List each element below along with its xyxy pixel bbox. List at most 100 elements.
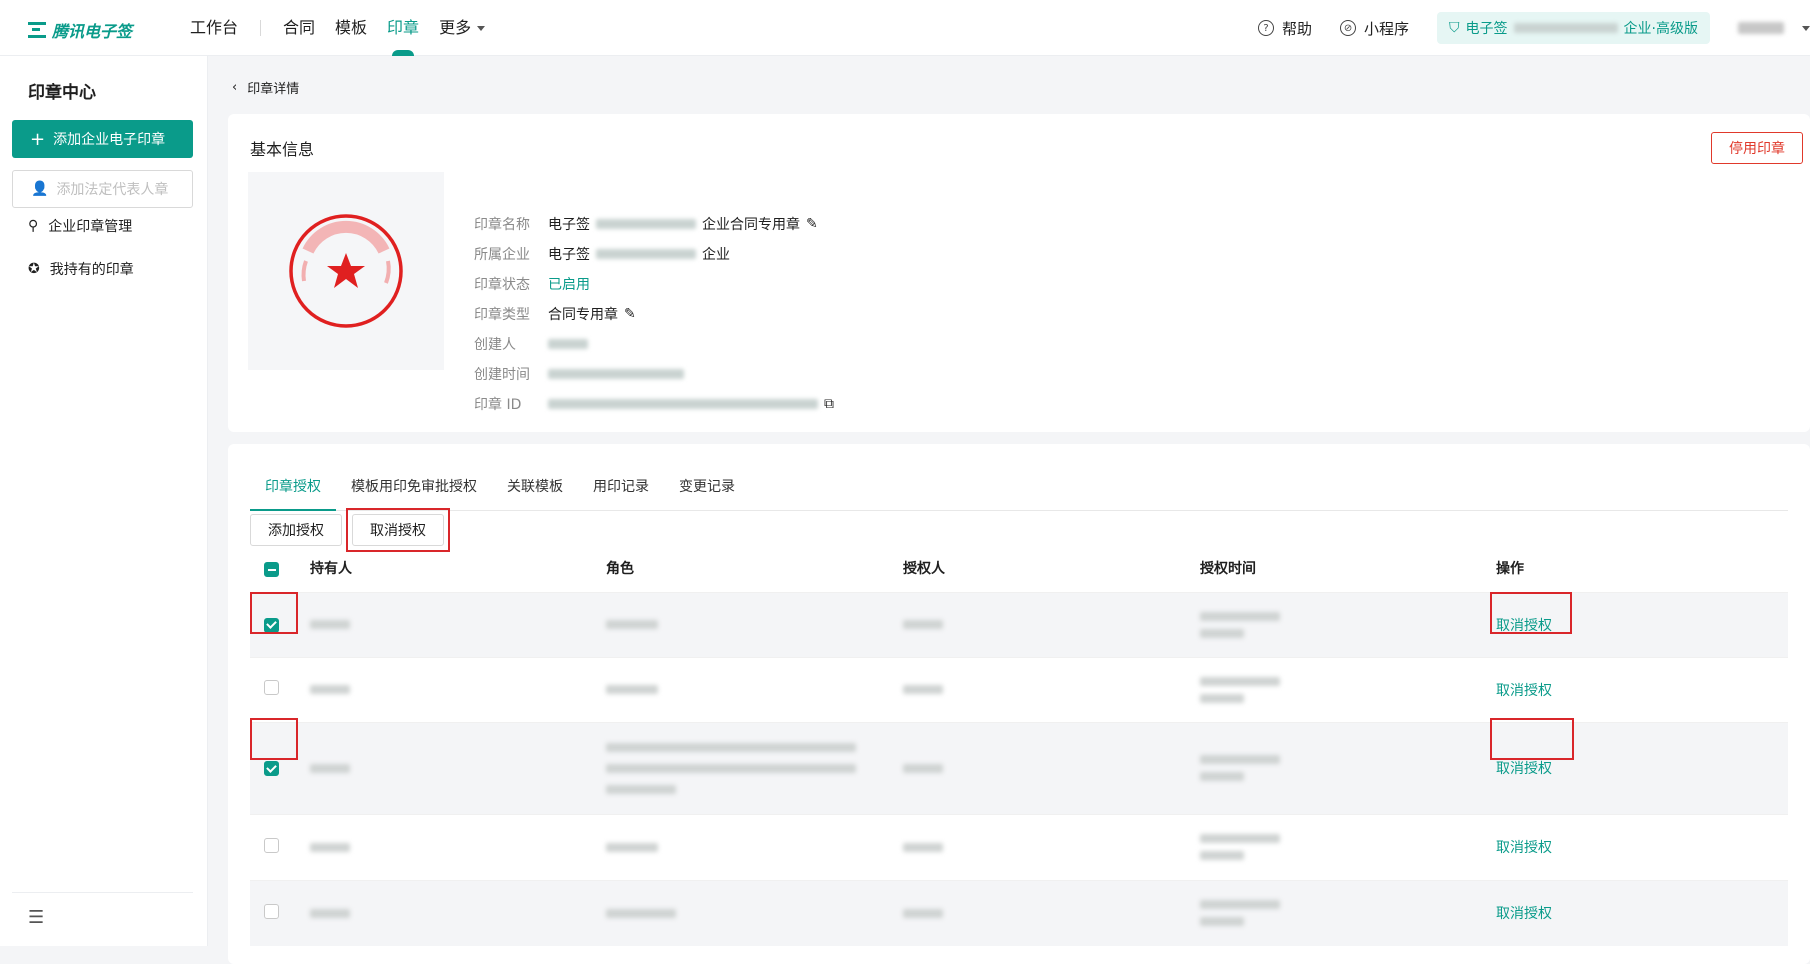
tab-usage-records[interactable]: 用印记录	[578, 464, 664, 510]
role-redacted	[606, 908, 676, 918]
row-select-cell	[250, 879, 296, 946]
highlight-box	[250, 718, 298, 760]
app-logo[interactable]: 腾讯电子签	[28, 18, 132, 42]
holder-cell	[296, 721, 592, 814]
info-row-creator: 创建人	[474, 334, 588, 354]
seal-name-prefix: 电子签	[548, 217, 590, 233]
grantor-cell	[889, 813, 1186, 880]
action-cell: 取消授权	[1482, 813, 1788, 880]
row-checkbox[interactable]	[264, 903, 279, 919]
info-value: 合同专用章 ✎	[548, 304, 636, 324]
breadcrumb[interactable]: ‹ 印章详情	[232, 78, 299, 97]
tab-seal-authorization[interactable]: 印章授权	[250, 464, 336, 511]
role-redacted	[606, 784, 676, 794]
edit-pencil-icon[interactable]: ✎	[806, 216, 818, 232]
copy-icon[interactable]: ⧉	[824, 396, 834, 412]
grantor-redacted	[903, 685, 943, 694]
row-checkbox[interactable]	[264, 761, 279, 777]
seal-type-value: 合同专用章	[548, 307, 618, 323]
time-redacted	[1200, 676, 1280, 686]
nav-workbench[interactable]: 工作台	[180, 0, 248, 56]
help-link[interactable]: ? 帮助	[1258, 18, 1312, 39]
role-cell	[592, 591, 889, 657]
company-suffix: 企业	[702, 247, 730, 263]
table-row: 取消授权	[250, 879, 1788, 946]
time-redacted	[1200, 628, 1244, 638]
seal-name-redacted	[596, 219, 696, 229]
col-holder: 持有人	[310, 560, 352, 577]
time-redacted	[1200, 900, 1280, 910]
role-cell	[592, 879, 889, 946]
grantor-cell	[889, 591, 1186, 657]
user-menu[interactable]	[1738, 22, 1810, 34]
mini-program-link[interactable]: ⊘ 小程序	[1340, 18, 1409, 39]
select-all-checkbox[interactable]	[264, 562, 279, 577]
add-seal-label: 添加企业电子印章	[53, 132, 166, 148]
org-suffix: 企业·高级版	[1623, 21, 1698, 37]
info-label: 所属企业	[474, 247, 530, 263]
main-content: ‹ 印章详情 基本信息 停用印章 印章名称 电子签企业合同专用章 ✎ 所属企业	[208, 56, 1810, 964]
time-cell	[1186, 656, 1482, 722]
company-redacted	[596, 249, 696, 259]
section-title: 基本信息	[250, 140, 315, 159]
info-label: 印章状态	[474, 277, 530, 293]
add-seal-button[interactable]: + 添加企业电子印章	[12, 120, 193, 158]
info-label: 印章 ID	[474, 397, 522, 413]
revoke-link[interactable]: 取消授权	[1496, 840, 1552, 856]
menu-collapse-icon: ☰	[28, 907, 45, 928]
sidebar-item-label: 我持有的印章	[49, 262, 134, 278]
role-redacted	[606, 620, 658, 629]
table-row: 取消授权	[250, 813, 1788, 880]
collapse-menu-button[interactable]: ☰	[12, 892, 193, 928]
creator-redacted	[548, 339, 588, 349]
breadcrumb-label: 印章详情	[247, 82, 300, 97]
edit-pencil-icon[interactable]: ✎	[624, 306, 636, 322]
seal-image	[289, 214, 403, 328]
row-checkbox[interactable]	[264, 837, 279, 853]
info-value: 电子签 企业	[548, 244, 730, 264]
role-cell	[592, 721, 889, 814]
role-cell	[592, 813, 889, 880]
revoke-link[interactable]: 取消授权	[1496, 683, 1552, 699]
grantor-redacted	[903, 763, 943, 773]
holder-cell	[296, 591, 592, 657]
time-redacted	[1200, 611, 1280, 621]
nav-more[interactable]: 更多	[429, 0, 495, 56]
add-legal-seal-label: 添加法定代表人章	[56, 182, 169, 198]
sidebar-item-my-seals[interactable]: ✪ 我持有的印章	[28, 259, 134, 279]
revoke-link[interactable]: 取消授权	[1496, 761, 1552, 777]
mini-program-label: 小程序	[1364, 19, 1410, 38]
grantor-redacted	[903, 620, 943, 629]
highlight-box	[250, 592, 298, 634]
add-legal-seal-button[interactable]: 👤 添加法定代表人章	[12, 170, 193, 208]
nav-contract[interactable]: 合同	[273, 0, 325, 56]
org-switcher[interactable]: ⛉ 电子签 企业·高级版	[1437, 12, 1710, 44]
disable-seal-button[interactable]: 停用印章	[1711, 132, 1803, 164]
top-right: ? 帮助 ⊘ 小程序 ⛉ 电子签 企业·高级版	[1258, 0, 1810, 56]
holder-redacted	[310, 620, 350, 629]
revoke-link[interactable]: 取消授权	[1496, 906, 1552, 922]
row-checkbox[interactable]	[264, 680, 279, 695]
col-grantor: 授权人	[903, 560, 945, 577]
nav-template[interactable]: 模板	[325, 0, 377, 56]
highlight-box	[1490, 592, 1572, 634]
add-authorization-button[interactable]: 添加授权	[250, 514, 342, 546]
info-value: 电子签 企业合同专用章 ✎	[548, 214, 818, 234]
highlight-box	[1490, 718, 1574, 760]
tab-template-approval[interactable]: 模板用印免审批授权	[336, 464, 492, 510]
info-row-seal-id: 印章 ID ⧉	[474, 394, 834, 414]
holder-cell	[296, 656, 592, 722]
tab-change-records[interactable]: 变更记录	[664, 464, 750, 510]
time-redacted	[1200, 755, 1280, 764]
table-header-row: 持有人 角色 授权人 授权时间 操作	[250, 544, 1788, 592]
col-role: 角色	[606, 560, 634, 577]
holder-redacted	[310, 763, 350, 773]
grantor-redacted	[903, 908, 943, 918]
back-icon[interactable]: ‹	[232, 80, 237, 95]
tab-related-templates[interactable]: 关联模板	[492, 464, 578, 510]
nav-seal[interactable]: 印章	[377, 0, 429, 56]
sidebar-item-seal-management[interactable]: ⚲ 企业印章管理	[28, 216, 132, 236]
time-redacted	[1200, 917, 1244, 927]
select-all-cell	[250, 544, 296, 592]
logo-text: 腾讯电子签	[52, 22, 133, 41]
